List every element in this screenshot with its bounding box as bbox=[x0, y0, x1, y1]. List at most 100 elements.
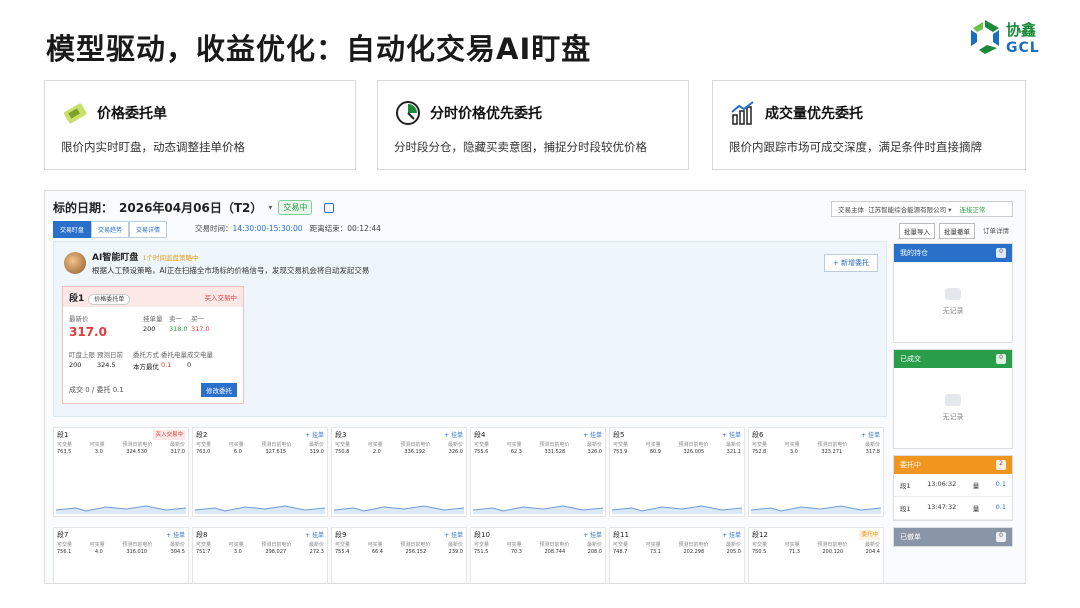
panel-head: 可交量 bbox=[57, 442, 73, 448]
panel-value: 317.0 bbox=[170, 449, 185, 455]
segment-panel[interactable]: 段2 + 挂单 可交量 可买量 预测日前电价 最新价 763.0 6.0 327.615 319.… bbox=[192, 427, 328, 517]
panel-value: 304.5 bbox=[170, 549, 185, 555]
segment-footer: 成交 0 / 委托 0.1 bbox=[69, 386, 124, 394]
new-order-button[interactable]: + 新增委托 bbox=[823, 254, 878, 272]
batch-cancel-button[interactable]: 批量撤单 bbox=[939, 223, 975, 239]
panel-action[interactable]: + 挂单 bbox=[305, 430, 324, 440]
list-item[interactable]: 段1 13:06:32 量 0.1 bbox=[894, 474, 1012, 497]
panel-value: 326.0 bbox=[587, 449, 602, 455]
panel-head: 可买量 bbox=[506, 542, 522, 548]
page-title: 模型驱动，收益优化：自动化交易AI盯盘 bbox=[46, 32, 592, 66]
panel-value: 4.0 bbox=[94, 549, 103, 555]
modify-order-button[interactable]: 修改委托 bbox=[201, 383, 237, 397]
panel-action[interactable]: + 挂单 bbox=[444, 530, 463, 540]
card-title: 分时价格优先委托 bbox=[430, 106, 542, 122]
panel-name: 段9 bbox=[335, 531, 347, 539]
batch-import-button[interactable]: 批量导入 bbox=[899, 223, 935, 239]
panel-name: 段6 bbox=[752, 431, 764, 439]
segment-panel[interactable]: 段10 + 挂单 可交量 可买量 预测日前电价 最新价 751.5 70.3 208.744 20… bbox=[470, 527, 606, 583]
panel-name: 段4 bbox=[474, 431, 486, 439]
segment-panel[interactable]: 段3 + 挂单 可交量 可买量 预测日前电价 最新价 750.8 2.0 336.192 326.… bbox=[331, 427, 467, 517]
segment-panel[interactable]: 段4 + 挂单 可交量 可买量 预测日前电价 最新价 755.6 62.3 331.528 326… bbox=[470, 427, 606, 517]
panel-value: 60.9 bbox=[649, 449, 661, 455]
panel-value: 326.005 bbox=[683, 449, 705, 455]
segment-panel[interactable]: 段8 + 挂单 可交量 可买量 预测日前电价 最新价 751.7 3.0 298.027 272.… bbox=[192, 527, 328, 583]
panel-head: 预测日前电价 bbox=[539, 442, 570, 448]
panel-value: 208.744 bbox=[544, 549, 566, 555]
panel-value: 208.0 bbox=[587, 549, 602, 555]
panel-action[interactable]: + 挂单 bbox=[722, 430, 741, 440]
panel-value: 324.530 bbox=[126, 449, 148, 455]
tab-trend[interactable]: 交易趋势 bbox=[91, 221, 130, 238]
segment-panel[interactable]: 段11 + 挂单 可交量 可买量 预测日前电价 最新价 748.7 73.1 202.298 20… bbox=[609, 527, 745, 583]
panel-value: 204.4 bbox=[865, 549, 880, 555]
panel-value: 298.027 bbox=[265, 549, 287, 555]
panel-action[interactable]: + 挂单 bbox=[583, 430, 602, 440]
panel-action[interactable]: + 挂单 bbox=[861, 430, 880, 440]
pending-box: 委托中 2 段1 13:06:32 量 0.1 段1 13:47:32 量 0.1 bbox=[893, 455, 1013, 521]
panel-head: 可买量 bbox=[228, 542, 244, 548]
calendar-icon[interactable] bbox=[324, 202, 335, 213]
sparkline bbox=[473, 505, 603, 514]
panel-head: 预测日前电价 bbox=[678, 442, 709, 448]
segment-panel[interactable]: 段12 委托中 可交量 可买量 预测日前电价 最新价 750.5 71.3 200.120 204… bbox=[748, 527, 884, 583]
list-item[interactable]: 段1 13:47:32 量 0.1 bbox=[894, 497, 1012, 520]
panel-action[interactable]: 买入交易中 bbox=[153, 430, 185, 440]
panel-name: 段12 bbox=[752, 531, 768, 539]
chevron-down-icon[interactable]: ▾ bbox=[268, 203, 272, 212]
panel-action[interactable]: + 挂单 bbox=[305, 530, 324, 540]
feature-card-price: 价格委托单 限价内实时盯盘，动态调整挂单价格 bbox=[44, 80, 356, 170]
panel-name: 段3 bbox=[335, 431, 347, 439]
panel-head: 可交量 bbox=[474, 542, 490, 548]
segment-panel[interactable]: 段9 + 挂单 可交量 可买量 预测日前电价 最新价 755.4 66.4 256.152 239… bbox=[331, 527, 467, 583]
sparkline bbox=[195, 505, 325, 514]
panel-head: 可买量 bbox=[367, 542, 383, 548]
panel-head: 最新价 bbox=[447, 442, 463, 448]
panel-action[interactable]: 委托中 bbox=[859, 530, 880, 540]
volume-chart-icon bbox=[731, 101, 754, 125]
panel-head: 预测日前电价 bbox=[539, 542, 570, 548]
panel-head: 可交量 bbox=[613, 442, 629, 448]
date-value[interactable]: 2026年04月06日（T2） bbox=[119, 199, 262, 216]
panel-action[interactable]: + 挂单 bbox=[166, 530, 185, 540]
order-detail-link[interactable]: 订单详情 bbox=[979, 223, 1013, 239]
card-desc: 限价内实时盯盘，动态调整挂单价格 bbox=[61, 140, 245, 154]
panel-value: 66.4 bbox=[371, 549, 383, 555]
panel-value: 751.7 bbox=[196, 549, 211, 555]
panel-head: 可买量 bbox=[506, 442, 522, 448]
panel-head: 最新价 bbox=[725, 542, 741, 548]
segment-panel[interactable]: 段6 + 挂单 可交量 可买量 预测日前电价 最新价 752.8 3.0 323.271 317.… bbox=[748, 427, 884, 517]
panel-head: 预测日前电价 bbox=[261, 542, 292, 548]
gcl-logo: 协鑫 GCL bbox=[968, 18, 1048, 62]
panel-head: 预测日前电价 bbox=[122, 442, 153, 448]
ai-desc: 根据人工预设策略，AI正在扫描全市场标的价格信号，发现交易机会将自动发起交易 bbox=[92, 266, 370, 275]
tab-monitor[interactable]: 交易盯盘 bbox=[53, 221, 92, 238]
panel-value: 316.010 bbox=[126, 549, 148, 555]
tab-detail[interactable]: 交易详情 bbox=[129, 221, 168, 238]
panel-value: 748.7 bbox=[613, 549, 628, 555]
panel-head: 预测日前电价 bbox=[400, 442, 431, 448]
segment-panel[interactable]: 段1 买入交易中 可交量 可买量 预测日前电价 最新价 763.5 3.0 324.530 317… bbox=[53, 427, 189, 517]
panel-action[interactable]: + 挂单 bbox=[444, 430, 463, 440]
panel-value: 200.120 bbox=[822, 549, 844, 555]
segment-panel[interactable]: 段5 + 挂单 可交量 可买量 预测日前电价 最新价 753.9 60.9 326.005 321… bbox=[609, 427, 745, 517]
panel-action[interactable]: + 挂单 bbox=[583, 530, 602, 540]
card-title: 价格委托单 bbox=[97, 106, 167, 122]
panel-value: 73.1 bbox=[649, 549, 661, 555]
panel-head: 可交量 bbox=[57, 542, 73, 548]
feature-card-volume: 成交量优先委托 限价内跟踪市场可成交深度，满足条件时直接摘牌 bbox=[712, 80, 1026, 170]
panel-head: 最新价 bbox=[308, 542, 324, 548]
logo-en: GCL bbox=[1006, 40, 1040, 56]
panel-name: 段7 bbox=[57, 531, 69, 539]
sparkline bbox=[56, 505, 186, 514]
panel-head: 最新价 bbox=[725, 442, 741, 448]
panel-action[interactable]: + 挂单 bbox=[722, 530, 741, 540]
logo-cn: 协鑫 bbox=[1006, 21, 1037, 39]
segment-panel[interactable]: 段7 + 挂单 可交量 可买量 预测日前电价 最新价 756.1 4.0 316.010 304.… bbox=[53, 527, 189, 583]
panel-head: 预测日前电价 bbox=[122, 542, 153, 548]
panel-value: 3.0 bbox=[233, 549, 242, 555]
panel-name: 段8 bbox=[196, 531, 208, 539]
card-title: 成交量优先委托 bbox=[765, 106, 863, 122]
entity-select[interactable]: 交易主体 江苏智能综合能源有限公司 ▾ 连接正常 bbox=[831, 201, 1013, 217]
panel-name: 段2 bbox=[196, 431, 208, 439]
